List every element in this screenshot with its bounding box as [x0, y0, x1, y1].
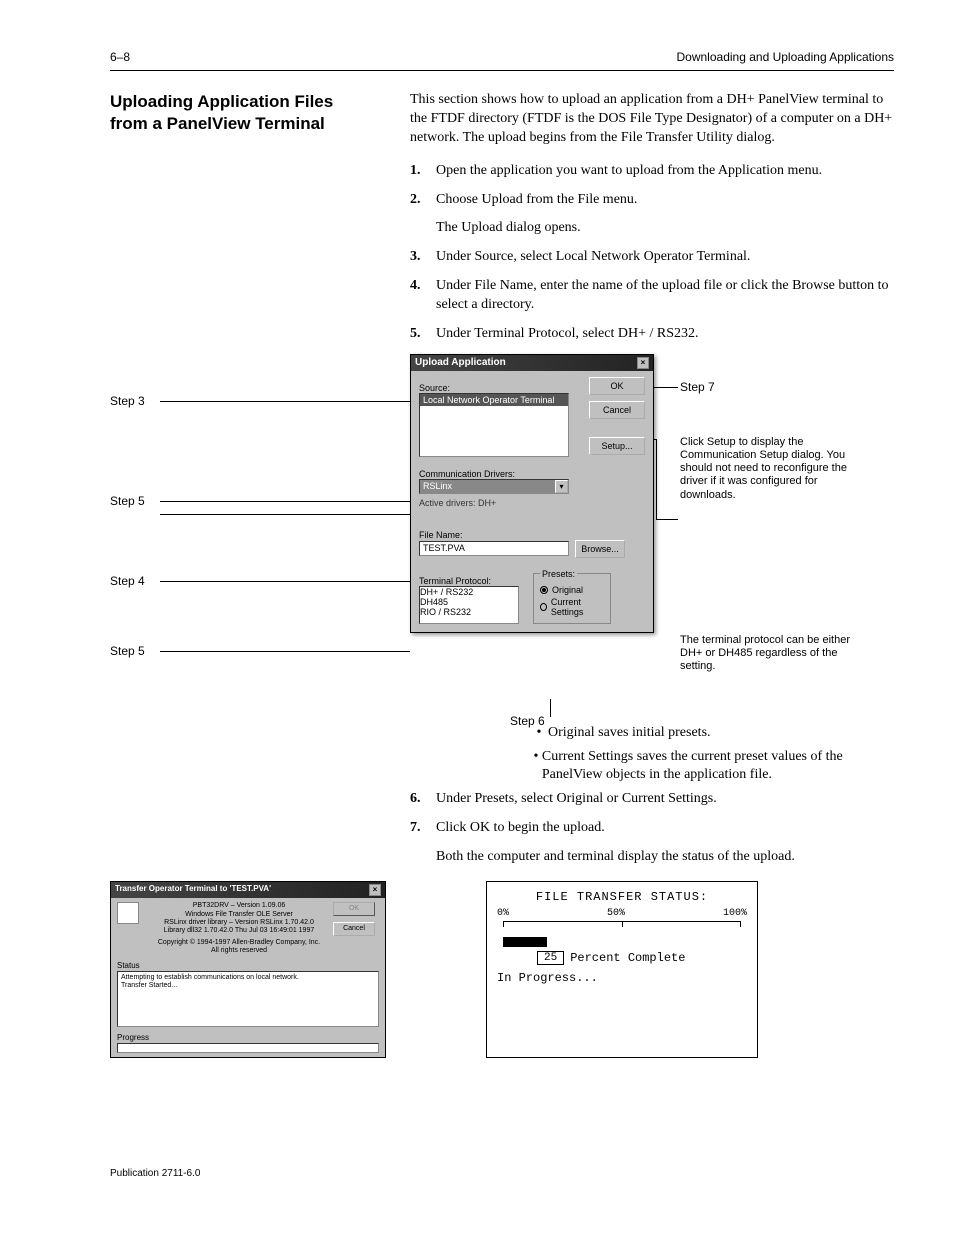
step-num: 1.: [410, 162, 436, 181]
step-num: 7.: [410, 819, 436, 838]
terminal-status-title: FILE TRANSFER STATUS:: [497, 890, 747, 904]
preset-current-radio[interactable]: Current Settings: [540, 597, 604, 617]
drivers-label: Communication Drivers:: [419, 469, 645, 479]
active-drivers-label: Active drivers: DH+: [419, 498, 645, 508]
transfer-line: Copyright © 1994-1997 Allen-Bradley Comp…: [145, 939, 333, 947]
protocol-listbox[interactable]: DH+ / RS232 DH485 RIO / RS232: [419, 586, 519, 624]
transfer-line: Library dll32 1.70.42.0 Thu Jul 03 16:49…: [145, 927, 333, 935]
percent-value: 25: [537, 951, 564, 965]
presets-group: Presets: Original Current Settings: [533, 569, 611, 624]
ok-button-disabled: OK: [333, 902, 375, 916]
step-num: 6.: [410, 790, 436, 809]
step-num: 2.: [410, 191, 436, 210]
section-title: Downloading and Uploading Applications: [677, 50, 895, 64]
header-rule: [110, 70, 894, 71]
step-text: Under Terminal Protocol, select DH+ / RS…: [436, 325, 894, 344]
transfer-line: PBT32DRV – Version 1.09.06: [145, 902, 333, 910]
step-note: The Upload dialog opens.: [436, 219, 894, 238]
protocol-item[interactable]: RIO / RS232: [420, 607, 518, 617]
progress-fill: [503, 937, 547, 947]
setup-button[interactable]: Setup...: [589, 437, 645, 455]
step-num: 4.: [410, 277, 436, 315]
status-line: Transfer Started...: [121, 982, 375, 990]
drivers-value: RSLinx: [423, 481, 452, 491]
dialog-title: Upload Application: [415, 357, 506, 369]
step-note: Both the computer and terminal display t…: [436, 848, 894, 867]
filename-label: File Name:: [419, 530, 645, 540]
cancel-button[interactable]: Cancel: [333, 922, 375, 936]
callout-protocol-note: The terminal protocol can be either DH+ …: [680, 634, 860, 674]
callout-step7: Step 7: [680, 380, 715, 394]
app-icon: [117, 902, 139, 924]
scale-100: 100%: [723, 908, 747, 919]
transfer-dialog: Transfer Operator Terminal to 'TEST.PVA'…: [110, 881, 386, 1058]
callout-step3: Step 3: [110, 394, 145, 408]
source-listbox[interactable]: Local Network Operator Terminal: [419, 393, 569, 457]
callout-step4: Step 4: [110, 574, 145, 588]
progress-label: Progress: [117, 1033, 379, 1043]
callout-step6: Step 6: [510, 714, 545, 728]
preset-current-label: Current Settings: [551, 597, 604, 617]
transfer-title: Transfer Operator Terminal to 'TEST.PVA': [115, 884, 271, 896]
presets-label: Presets:: [540, 569, 577, 579]
callout-step5b: Step 5: [110, 644, 145, 658]
intro-paragraph: This section shows how to upload an appl…: [410, 91, 894, 148]
bullet-text: Original saves initial presets.: [548, 724, 711, 742]
source-item-selected[interactable]: Local Network Operator Terminal: [420, 394, 568, 406]
bullet-text: Current Settings saves the current prese…: [542, 748, 894, 784]
browse-button[interactable]: Browse...: [575, 540, 625, 558]
drivers-combo[interactable]: RSLinx ▾: [419, 479, 569, 494]
filename-input[interactable]: TEST.PVA: [419, 541, 569, 556]
terminal-status-box: FILE TRANSFER STATUS: 0% 50% 100% 25 Per…: [486, 881, 758, 1058]
step-text: Under Source, select Local Network Opera…: [436, 248, 894, 267]
callout-step5: Step 5: [110, 494, 145, 508]
side-heading: Uploading Application Files from a Panel…: [110, 91, 370, 148]
upload-application-dialog: Upload Application × OK Cancel Setup... …: [410, 354, 654, 633]
step-text: Under Presets, select Original or Curren…: [436, 790, 894, 809]
transfer-line: RSLinx driver library – Version RSLinx 1…: [145, 919, 333, 927]
percent-label: Percent Complete: [570, 951, 685, 965]
status-line: Attempting to establish communications o…: [121, 974, 375, 982]
scale-50: 50%: [607, 908, 625, 919]
transfer-line: All rights reserved: [145, 947, 333, 955]
chevron-down-icon[interactable]: ▾: [555, 480, 568, 493]
protocol-item[interactable]: DH+ / RS232: [420, 587, 518, 597]
bullet-icon: •: [530, 748, 542, 784]
step-text: Open the application you want to upload …: [436, 162, 894, 181]
status-header: Status: [117, 961, 379, 971]
step-text: Under File Name, enter the name of the u…: [436, 277, 894, 315]
step-text: Click OK to begin the upload.: [436, 819, 894, 838]
cancel-button[interactable]: Cancel: [589, 401, 645, 419]
dialog-titlebar: Upload Application ×: [411, 355, 653, 371]
protocol-item[interactable]: DH485: [420, 597, 518, 607]
scale-0: 0%: [497, 908, 509, 919]
ok-button[interactable]: OK: [589, 377, 645, 395]
footer-publication: Publication 2711-6.0: [110, 1168, 894, 1179]
preset-original-label: Original: [552, 585, 583, 595]
protocol-label: Terminal Protocol:: [419, 576, 645, 586]
callout-setup-note: Click Setup to display the Communication…: [680, 436, 860, 502]
close-icon[interactable]: ×: [637, 357, 649, 369]
step-num: 3.: [410, 248, 436, 267]
close-icon[interactable]: ×: [369, 884, 381, 896]
step-text: Choose Upload from the File menu.: [436, 191, 894, 210]
preset-original-radio[interactable]: Original: [540, 585, 604, 595]
in-progress-label: In Progress...: [497, 971, 747, 985]
step-num: 5.: [410, 325, 436, 344]
transfer-line: Windows File Transfer OLE Server: [145, 911, 333, 919]
page-number: 6–8: [110, 50, 130, 64]
